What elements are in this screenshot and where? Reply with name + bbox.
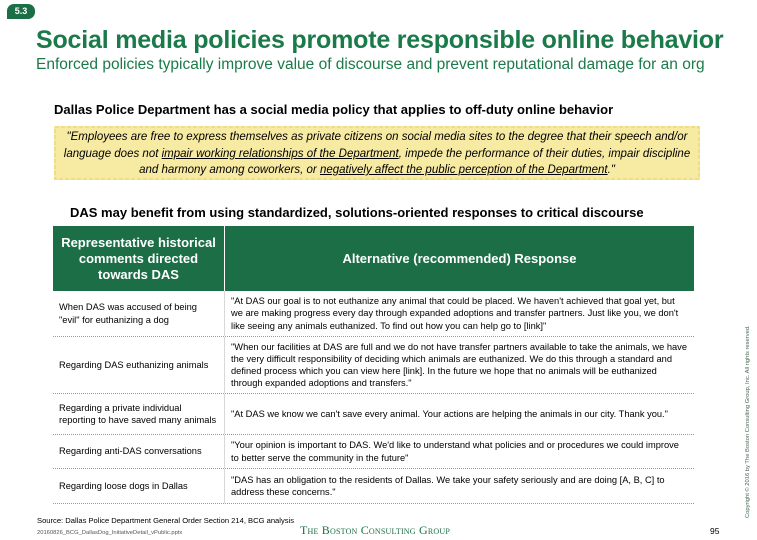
table-header: Representative historical comments direc… bbox=[53, 226, 694, 291]
response-cell: "When our facilities at DAS are full and… bbox=[231, 341, 687, 389]
page-subtitle: Enforced policies typically improve valu… bbox=[36, 56, 705, 73]
policy-quote-box: "Employees are free to express themselve… bbox=[54, 126, 700, 180]
table-row: Regarding loose dogs in Dallas "DAS has … bbox=[53, 469, 694, 504]
comment-cell: Regarding DAS euthanizing animals bbox=[53, 337, 225, 393]
page-number: 95 bbox=[710, 526, 720, 536]
section-badge: 5.3 bbox=[7, 4, 35, 19]
bcg-logo: The Boston Consulting Group bbox=[300, 523, 450, 537]
responses-table: Representative historical comments direc… bbox=[53, 226, 694, 504]
header-response: Alternative (recommended) Response bbox=[342, 251, 577, 266]
table-row: Regarding anti-DAS conversations "Your o… bbox=[53, 435, 694, 469]
response-cell: "DAS has an obligation to the residents … bbox=[231, 474, 665, 497]
comment-cell: When DAS was accused of being "evil" for… bbox=[53, 291, 225, 336]
file-name: 20160826_BCG_DallasDog_InitiativeDetail_… bbox=[37, 530, 183, 536]
comment-cell: Regarding loose dogs in Dallas bbox=[53, 469, 225, 503]
quote-part-3: ." bbox=[607, 164, 615, 176]
source-note: Source: Dallas Police Department General… bbox=[37, 516, 295, 525]
table-row: When DAS was accused of being "evil" for… bbox=[53, 291, 694, 337]
header-comments: Representative historical comments direc… bbox=[53, 226, 225, 291]
response-cell: "Your opinion is important to DAS. We'd … bbox=[231, 440, 679, 463]
quote-underline-1: impair working relationships of the Depa… bbox=[161, 147, 399, 160]
copyright-notice: Copyright © 2016 by The Boston Consultin… bbox=[745, 325, 751, 518]
table-row: Regarding DAS euthanizing animals "When … bbox=[53, 337, 694, 394]
table-row: Regarding a private individual reporting… bbox=[53, 394, 694, 435]
policy-quote-text: "Employees are free to express themselve… bbox=[54, 129, 700, 179]
policy-heading: Dallas Police Department has a social me… bbox=[54, 102, 614, 117]
quote-underline-2: negatively affect the public perception … bbox=[319, 164, 608, 176]
response-cell: "At DAS we know we can't save every anim… bbox=[231, 408, 668, 419]
response-cell: "At DAS our goal is to not euthanize any… bbox=[231, 296, 679, 331]
table-heading: DAS may benefit from using standardized,… bbox=[70, 205, 644, 220]
comment-cell: Regarding anti-DAS conversations bbox=[53, 435, 225, 468]
page-title: Social media policies promote responsibl… bbox=[36, 26, 724, 54]
comment-cell: Regarding a private individual reporting… bbox=[53, 394, 225, 434]
